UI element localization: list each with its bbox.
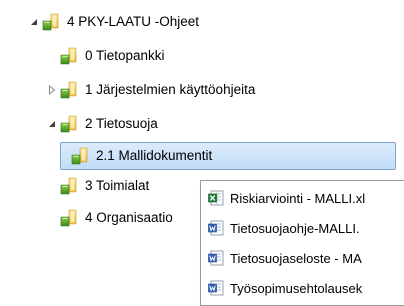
folder-icon [60, 177, 78, 195]
document-item-tietosuojaseloste[interactable]: Tietosuojaseloste - MA [208, 246, 362, 270]
document-list-popup: Riskiarviointi - MALLI.xl Tietosuojaohje… [200, 180, 404, 306]
expanded-arrow-icon[interactable] [46, 116, 58, 132]
tree-item-0-tietopankki[interactable]: 0 Tietopankki [46, 44, 165, 68]
word-file-icon [208, 220, 224, 236]
folder-icon [71, 147, 89, 165]
tree-item-label: 3 Toimialat [85, 178, 150, 193]
tree-item-2-1-mallidokumentit[interactable]: 2.1 Mallidokumentit [60, 142, 396, 170]
tree-item-label: 4 Organisaatio [85, 210, 173, 225]
folder-icon [60, 115, 78, 133]
tree-item-label: 2 Tietosuoja [85, 116, 158, 131]
word-file-icon [208, 280, 224, 296]
expanded-arrow-icon[interactable] [28, 14, 40, 30]
tree-item-4-organisaatio[interactable]: 4 Organisaatio [46, 206, 173, 230]
document-item-label: Tietosuojaohje-MALLI. [230, 220, 360, 236]
tree-item-3-toimialat[interactable]: 3 Toimialat [46, 174, 149, 198]
tree-item-2-tietosuoja[interactable]: 2 Tietosuoja [46, 112, 158, 136]
folder-icon [60, 209, 78, 227]
tree-item-label: 0 Tietopankki [85, 48, 165, 63]
collapsed-arrow-icon[interactable] [46, 82, 58, 98]
folder-icon [42, 13, 60, 31]
excel-file-icon [208, 190, 224, 206]
document-item-tyosopimusehtolauseke[interactable]: Työsopimusehtolausek [208, 276, 362, 300]
folder-icon [60, 47, 78, 65]
tree-item-label: 2.1 Mallidokumentit [96, 148, 213, 163]
word-file-icon [208, 250, 224, 266]
tree-item-label: 1 Järjestelmien käyttöohjeita [85, 82, 256, 97]
tree-item-1-jarjestelmien-kayttoohjeita[interactable]: 1 Järjestelmien käyttöohjeita [46, 78, 255, 102]
tree-item-pky-laatu-ohjeet[interactable]: 4 PKY-LAATU -Ohjeet [28, 10, 199, 34]
folder-icon [60, 81, 78, 99]
document-item-label: Riskiarviointi - MALLI.xl [230, 190, 366, 206]
document-item-label: Työsopimusehtolausek [230, 280, 363, 296]
tree-item-label: 4 PKY-LAATU -Ohjeet [67, 14, 200, 29]
document-item-riskiarviointi[interactable]: Riskiarviointi - MALLI.xl [208, 186, 365, 210]
document-item-label: Tietosuojaseloste - MA [230, 250, 362, 266]
document-item-tietosuojaohje[interactable]: Tietosuojaohje-MALLI. [208, 216, 360, 240]
